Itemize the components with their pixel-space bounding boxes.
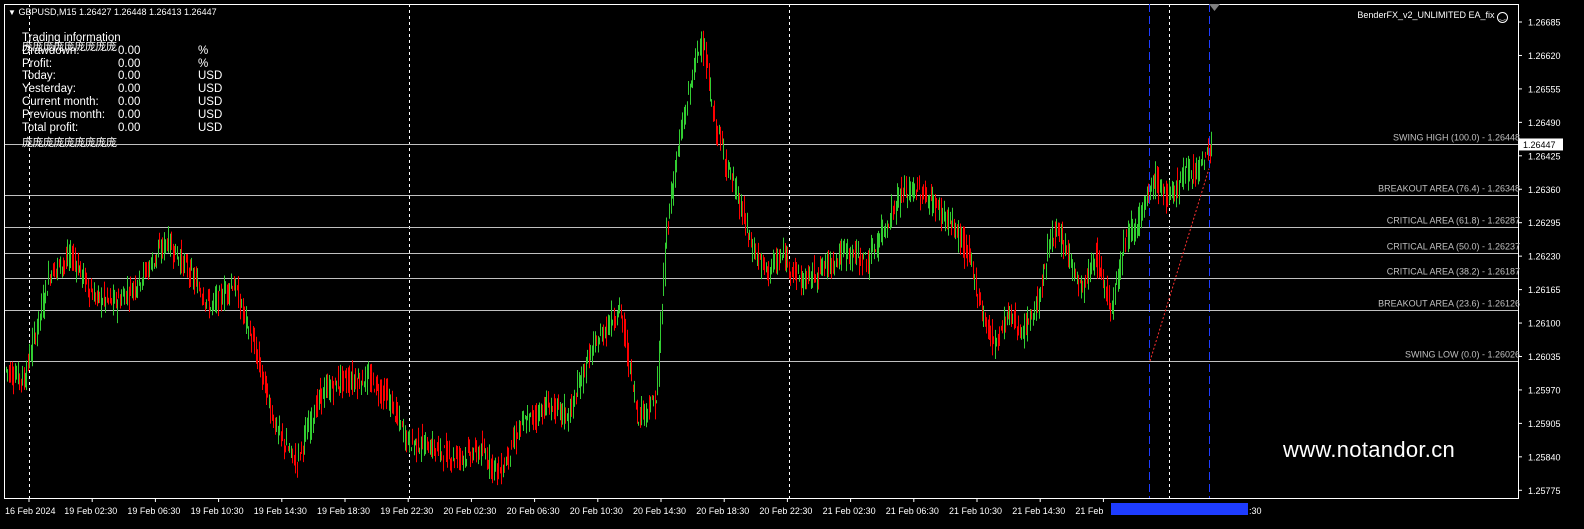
garbled-text-bottom: 庞庞庞庞庞庞庞庞庞 (22, 137, 117, 149)
info-row-value: 0.00 (118, 121, 141, 134)
info-row-value: 0.00 (118, 95, 141, 108)
time-tick-label: 20 Feb 14:30 (633, 506, 686, 516)
time-tick-label: 19 Feb 02:30 (64, 506, 117, 516)
info-row-label: Yesterday: (22, 83, 76, 96)
info-row-label: Profit: (22, 57, 53, 70)
fib-level-label: CRITICAL AREA (38.2) - 1.26187 (1387, 267, 1520, 277)
info-row: Previous month: 0.00 USD (22, 109, 238, 122)
time-tick-label: 16 Feb 2024 (5, 506, 56, 516)
garbled-text-top: 庞庞庞庞庞庞庞庞庞 (22, 41, 117, 53)
price-tick-label: 1.26165 (1528, 285, 1561, 295)
info-row: Current month: 0.00 USD (22, 96, 238, 109)
time-tick-label: 20 Feb 18:30 (696, 506, 749, 516)
info-row-unit: USD (198, 95, 223, 108)
price-tick-label: 1.26555 (1528, 84, 1561, 94)
price-tick-label: 1.26230 (1528, 252, 1561, 262)
info-row-unit: % (198, 57, 209, 70)
info-row-unit: USD (198, 121, 223, 134)
price-tick-label: 1.26035 (1528, 352, 1561, 362)
smiley-icon[interactable]: ‿ (1497, 12, 1508, 23)
time-tick-label: 19 Feb 10:30 (191, 506, 244, 516)
fib-level-label: CRITICAL AREA (61.8) - 1.26287 (1387, 216, 1520, 226)
fib-level-label: CRITICAL AREA (50.0) - 1.26237 (1387, 242, 1520, 252)
time-tick-label: 20 Feb 06:30 (507, 506, 560, 516)
fib-level-label: BREAKOUT AREA (76.4) - 1.26348 (1378, 184, 1520, 194)
price-tick-label: 1.25840 (1528, 452, 1561, 462)
trading-info-panel: Trading information 庞庞庞庞庞庞庞庞庞 Drawdown: 0… (22, 32, 238, 149)
info-row-value: 0.00 (118, 44, 141, 57)
info-row-label: Previous month: (22, 108, 106, 121)
fib-level-label: SWING HIGH (100.0) - 1.26448 (1393, 133, 1520, 143)
info-row-unit: % (198, 44, 209, 57)
price-tick-label: 1.26685 (1528, 18, 1561, 28)
time-tick-label: 21 Feb 14:30 (1012, 506, 1065, 516)
price-tick-label: 1.26620 (1528, 51, 1561, 61)
info-rows: Drawdown: 0.00% Profit: 0.00% Today: 0.00 USD Y… (22, 45, 238, 135)
time-tick-label: 21 Feb 10:30 (949, 506, 1002, 516)
price-tick-label: 1.25775 (1528, 486, 1561, 496)
info-row: Yesterday: 0.00 USD (22, 83, 238, 96)
price-tick-label: 1.25905 (1528, 419, 1561, 429)
time-tick-label: 19 Feb 14:30 (254, 506, 307, 516)
info-row-label: Today: (22, 70, 56, 83)
time-tick-label: 21 Feb (1075, 506, 1103, 516)
time-tick-label: 21 Feb 02:30 (823, 506, 876, 516)
dropdown-triangle-icon[interactable]: ▼ (8, 8, 16, 17)
info-row-label: Total profit: (22, 121, 79, 134)
info-row-unit: USD (198, 108, 223, 121)
time-tick-suffix: :30 (1249, 506, 1262, 516)
info-row-value: 0.00 (118, 83, 141, 96)
info-row-label: Current month: (22, 95, 99, 108)
fib-level-label: SWING LOW (0.0) - 1.26026 (1405, 350, 1520, 360)
price-tick-label: 1.26100 (1528, 319, 1561, 329)
info-row: Profit: 0.00% (22, 58, 238, 71)
time-tick-label: 20 Feb 02:30 (443, 506, 496, 516)
info-row: Total profit: 0.00 USD (22, 122, 238, 135)
info-row-value: 0.00 (118, 70, 141, 83)
time-tick-label: 21 Feb 06:30 (886, 506, 939, 516)
symbol-label: GBPUSD,M15 1.26427 1.26448 1.26413 1.264… (18, 7, 217, 17)
info-row: Today: 0.00 USD (22, 70, 238, 83)
time-tick-label: 19 Feb 18:30 (317, 506, 370, 516)
time-tick-label: 20 Feb 10:30 (570, 506, 623, 516)
current-price-label: 1.26447 (1523, 140, 1556, 150)
watermark-text: www.notandor.cn (1283, 437, 1456, 462)
session-highlight (1111, 503, 1248, 515)
time-tick-label: 19 Feb 06:30 (127, 506, 180, 516)
price-tick-label: 1.26295 (1528, 218, 1561, 228)
price-tick-label: 1.25970 (1528, 385, 1561, 395)
info-row-value: 0.00 (118, 108, 141, 121)
time-tick-label: 20 Feb 22:30 (759, 506, 812, 516)
price-tick-label: 1.26360 (1528, 185, 1561, 195)
info-row-unit: USD (198, 70, 223, 83)
time-tick-label: 19 Feb 22:30 (380, 506, 433, 516)
ea-name-text: BenderFX_v2_UNLIMITED EA_fix (1357, 10, 1495, 20)
info-row-unit: USD (198, 83, 223, 96)
symbol-header[interactable]: ▼ GBPUSD,M15 1.26427 1.26448 1.26413 1.2… (8, 6, 217, 20)
price-tick-label: 1.26425 (1528, 151, 1561, 161)
expert-advisor-label[interactable]: BenderFX_v2_UNLIMITED EA_fix ‿ (1357, 9, 1508, 23)
fib-level-label: BREAKOUT AREA (23.6) - 1.26126 (1378, 299, 1520, 309)
info-row-value: 0.00 (118, 57, 141, 70)
price-tick-label: 1.26490 (1528, 118, 1561, 128)
